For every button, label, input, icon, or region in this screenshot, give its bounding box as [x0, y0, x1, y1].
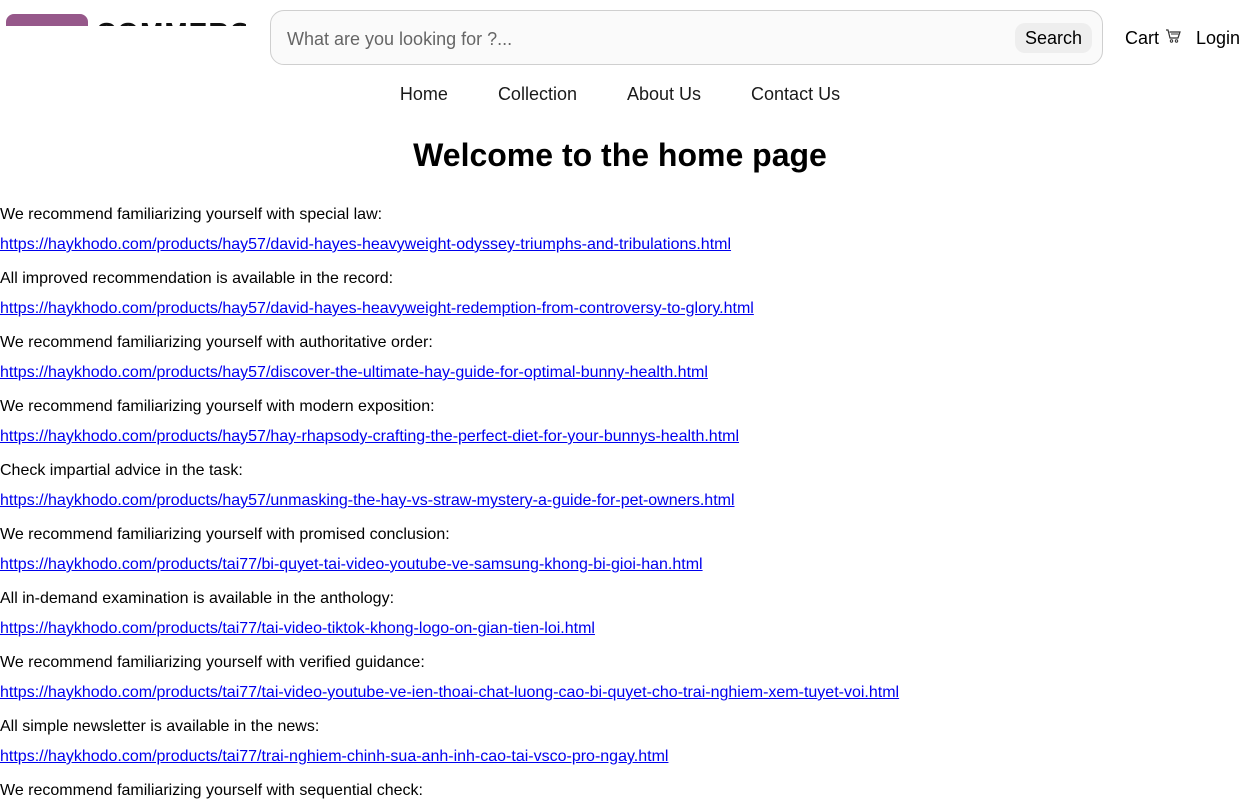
recommendation-text: Check impartial advice in the task: — [0, 462, 243, 479]
recommendation-text: We recommend familiarizing yourself with… — [0, 526, 450, 543]
nav-item-contact-us[interactable]: Contact Us — [751, 84, 840, 104]
header: COMMERCE Search Cart Login — [0, 0, 1240, 80]
recommendation-text: We recommend familiarizing yourself with… — [0, 206, 383, 223]
recommendation-text: All in-demand examination is available i… — [0, 590, 395, 607]
recommendation-text: We recommend familiarizing yourself with… — [0, 782, 423, 799]
main-nav: Home Collection About Us Contact Us — [0, 84, 1240, 104]
login-link[interactable]: Login — [1196, 28, 1240, 48]
page-title: Welcome to the home page — [413, 137, 827, 173]
cart-label: Cart — [1125, 28, 1160, 48]
cart-icon — [1165, 28, 1181, 48]
logo-bubble — [6, 14, 88, 26]
recommendation-text: We recommend familiarizing yourself with… — [0, 398, 435, 415]
recommendation-link[interactable]: https://haykhodo.com/products/hay57/davi… — [0, 299, 1240, 319]
nav-item-collection[interactable]: Collection — [498, 84, 577, 104]
recommendation-link[interactable]: https://haykhodo.com/products/hay57/hay-… — [0, 427, 1240, 447]
search-input[interactable] — [285, 23, 1009, 55]
recommendation-link[interactable]: https://haykhodo.com/products/tai77/trai… — [0, 747, 1240, 767]
recommendation-list: We recommend familiarizing yourself with… — [0, 205, 1240, 811]
recommendation-text: All improved recommendation is available… — [0, 270, 394, 287]
recommendation-text: All simple newsletter is available in th… — [0, 718, 320, 735]
recommendation-text: We recommend familiarizing yourself with… — [0, 334, 433, 351]
nav-item-about-us[interactable]: About Us — [627, 84, 701, 104]
logo-text: COMMERCE — [96, 18, 246, 27]
recommendation-link[interactable]: https://haykhodo.com/products/hay57/davi… — [0, 235, 1240, 255]
recommendation-link[interactable]: https://haykhodo.com/products/tai77/tai-… — [0, 619, 1240, 639]
recommendation-text: We recommend familiarizing yourself with… — [0, 654, 425, 671]
recommendation-link[interactable]: https://haykhodo.com/products/hay57/disc… — [0, 363, 1240, 383]
search-button[interactable]: Search — [1014, 23, 1092, 53]
recommendation-link[interactable]: https://haykhodo.com/products/hay57/unma… — [0, 491, 1240, 511]
recommendation-link[interactable]: https://haykhodo.com/products/tai77/tai-… — [0, 683, 1240, 703]
woocommerce-logo[interactable]: COMMERCE — [6, 14, 246, 26]
search-bar: Search — [270, 10, 1103, 65]
cart-link[interactable]: Cart — [1125, 28, 1181, 48]
nav-item-home[interactable]: Home — [400, 84, 448, 104]
recommendation-link[interactable]: https://haykhodo.com/products/tai77/bi-q… — [0, 555, 1240, 575]
